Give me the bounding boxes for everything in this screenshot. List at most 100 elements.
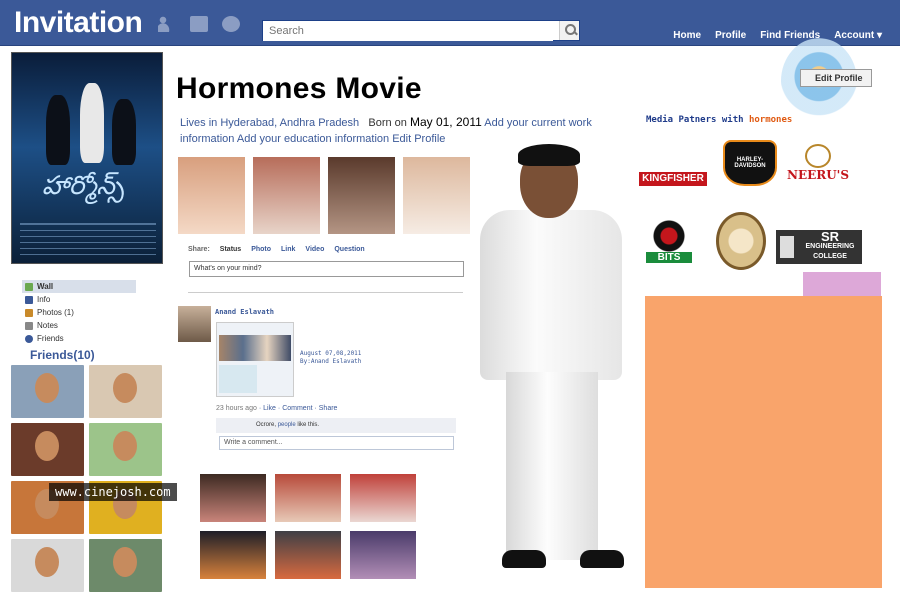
sidebar-item-label: Notes: [37, 321, 58, 330]
info-icon: [25, 295, 33, 304]
share-post-link[interactable]: Share: [319, 405, 338, 412]
photos-icon: [25, 308, 33, 317]
share-link[interactable]: Link: [281, 246, 295, 253]
comment-input[interactable]: Write a comment...: [219, 436, 454, 450]
sidebar-item-info[interactable]: Info: [22, 293, 136, 306]
friend-thumbnail[interactable]: [89, 423, 162, 476]
friend-thumbnail[interactable]: [11, 539, 84, 592]
divider: [188, 292, 463, 293]
kingfisher-logo[interactable]: KINGFISHER: [636, 140, 710, 190]
profile-picture-poster[interactable]: హార్మోన్స్: [11, 52, 163, 264]
born-on-label: Born on: [368, 117, 407, 129]
college-seal-logo[interactable]: [716, 212, 766, 270]
sidebar-item-notes[interactable]: Notes: [22, 319, 136, 332]
poster-credits: [20, 223, 156, 257]
shoe: [502, 550, 546, 568]
profile-name: Hormones Movie: [176, 72, 422, 105]
share-video[interactable]: Video: [305, 246, 324, 253]
nav-profile[interactable]: Profile: [715, 30, 746, 41]
sr-engineering-logo[interactable]: SR ENGINEERING COLLEGE: [776, 230, 862, 264]
attachment-image: [219, 335, 291, 361]
partners-heading: Media Patners with hormones: [646, 115, 792, 125]
edit-profile-button[interactable]: Edit Profile: [800, 69, 872, 87]
share-bar: Share: Status Photo Link Video Question: [188, 246, 365, 253]
post-meta-by: By:Anand Eslavath: [300, 358, 362, 365]
friend-thumbnail[interactable]: [11, 423, 84, 476]
friend-thumbnail[interactable]: [89, 539, 162, 592]
friend-requests-icon[interactable]: [158, 16, 176, 32]
sr-subtext: ENGINEERING COLLEGE: [805, 243, 855, 260]
post-actions: 23 hours ago · Like · Comment · Share: [216, 405, 338, 412]
friends-grid: [11, 365, 162, 592]
photo-thumbnail[interactable]: [178, 157, 245, 234]
photo-thumbnail[interactable]: [328, 157, 395, 234]
search-icon[interactable]: [559, 21, 579, 40]
harley-davidson-logo[interactable]: HARLEY-DAVIDSON: [720, 136, 780, 190]
likes-summary: Ocrore, people like this.: [216, 418, 456, 433]
likes-prefix: Ocrore,: [256, 422, 277, 428]
photo-thumbnail[interactable]: [200, 474, 266, 522]
photo-thumbnail[interactable]: [200, 531, 266, 579]
sidebar-item-photos[interactable]: Photos (1): [22, 306, 136, 319]
photo-thumbnail[interactable]: [350, 474, 416, 522]
photo-thumbnail[interactable]: [253, 157, 320, 234]
status-input[interactable]: What's on your mind?: [189, 261, 464, 277]
friends-heading[interactable]: Friends(10): [30, 348, 95, 362]
sidebar-item-label: Info: [37, 295, 51, 304]
bits-text: BITS: [646, 251, 692, 263]
sr-text: SR: [820, 229, 840, 244]
born-on-date: May 01, 2011: [409, 115, 482, 129]
friend-thumbnail[interactable]: [89, 365, 162, 418]
sidebar-item-wall[interactable]: Wall: [22, 280, 136, 293]
nav-account[interactable]: Account: [834, 30, 882, 41]
shoe: [580, 550, 624, 568]
sidebar-item-label: Wall: [37, 282, 54, 291]
sidebar-item-label: Photos (1): [37, 308, 74, 317]
photo-thumbnail[interactable]: [275, 531, 341, 579]
messages-icon[interactable]: [190, 16, 208, 32]
photo-thumbnail[interactable]: [275, 474, 341, 522]
share-photo[interactable]: Photo: [251, 246, 271, 253]
add-work-link[interactable]: Add your current work: [484, 117, 592, 129]
top-bar: Invitation Home Profile Find Friends Acc…: [0, 0, 900, 46]
edit-profile-link[interactable]: Edit Profile: [392, 133, 445, 145]
partners-heading-highlight: hormones: [748, 115, 793, 125]
pink-panel: [803, 272, 881, 296]
likes-people-link[interactable]: people: [278, 422, 296, 428]
sidebar-item-friends[interactable]: Friends: [22, 332, 136, 345]
friend-thumbnail[interactable]: [11, 365, 84, 418]
post-author[interactable]: Anand Eslavath: [215, 308, 274, 316]
photo-thumbnail[interactable]: [350, 531, 416, 579]
add-education-link[interactable]: Add your education information: [237, 133, 389, 145]
poster-title: హార్మోన్స్: [42, 171, 125, 201]
notifications-globe-icon[interactable]: [222, 16, 240, 32]
neerus-logo[interactable]: NEERU'S: [786, 134, 850, 192]
notes-icon: [25, 321, 33, 330]
bottom-photo-grid: [200, 474, 416, 579]
search-input[interactable]: [263, 21, 553, 41]
poster-figure: [112, 99, 136, 165]
post-meta: August 07,08,2011 By:Anand Eslavath: [300, 350, 361, 366]
share-question[interactable]: Question: [334, 246, 364, 253]
info-label[interactable]: information: [180, 133, 234, 145]
partners-heading-prefix: Media Patners with: [646, 115, 744, 125]
post-attachment[interactable]: [216, 322, 294, 397]
bits-logo[interactable]: BITS: [644, 210, 694, 272]
sidebar-item-label: Friends: [37, 334, 64, 343]
post-avatar[interactable]: [178, 306, 211, 342]
profile-sidebar: Wall Info Photos (1) Notes Friends: [22, 280, 136, 345]
nav-home[interactable]: Home: [673, 30, 701, 41]
poster-figure: [46, 95, 70, 165]
photo-thumbnail[interactable]: [403, 157, 470, 234]
kingfisher-text: KINGFISHER: [639, 172, 707, 186]
like-link[interactable]: Like: [263, 405, 276, 412]
comment-link[interactable]: Comment: [282, 405, 312, 412]
attachment-image: [219, 365, 257, 393]
brand-logo[interactable]: Invitation: [14, 6, 143, 40]
person-hair: [518, 144, 580, 166]
share-status[interactable]: Status: [220, 246, 241, 253]
notification-icons: [158, 16, 240, 32]
wall-icon: [25, 282, 33, 291]
post-meta-date: August 07,08,2011: [300, 350, 362, 357]
neerus-text: NEERU'S: [786, 168, 850, 182]
